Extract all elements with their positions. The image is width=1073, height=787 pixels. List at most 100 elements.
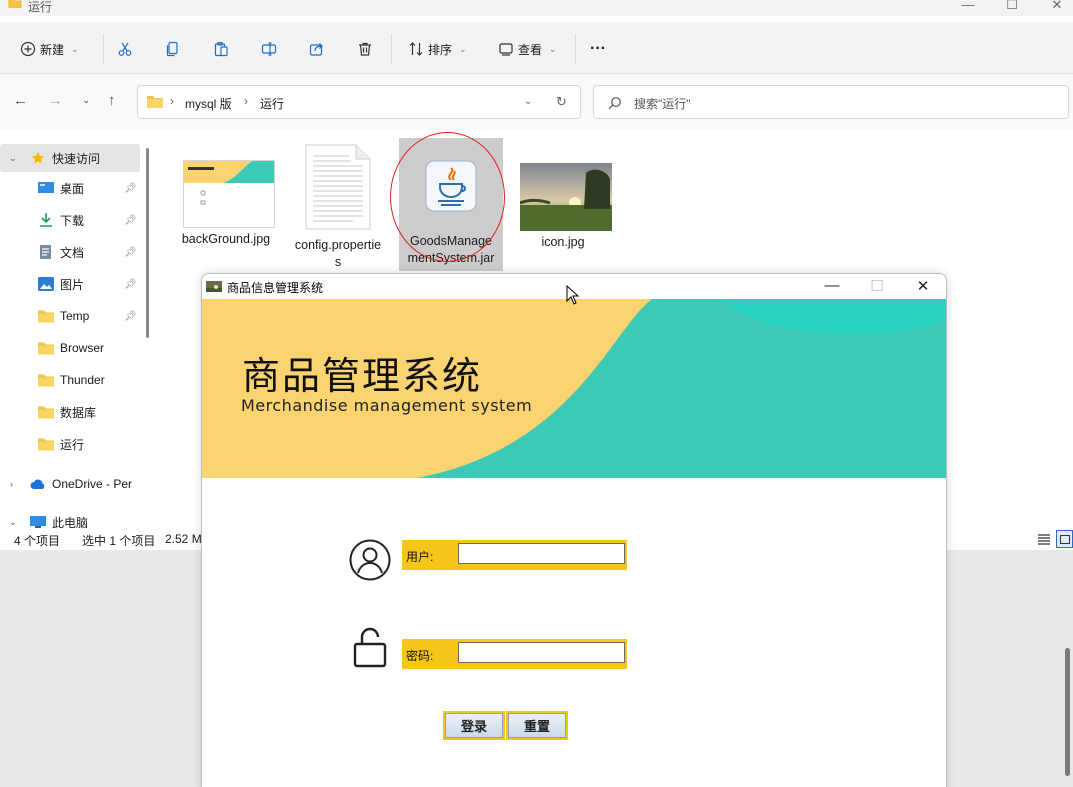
- close-icon[interactable]: ✕: [913, 277, 933, 295]
- folder-icon: [38, 342, 54, 355]
- download-icon: [40, 213, 52, 227]
- maximize-icon[interactable]: ☐: [867, 277, 887, 295]
- breadcrumb-item[interactable]: mysql 版: [185, 95, 232, 112]
- chevron-down-icon: ⌄: [459, 43, 467, 54]
- paste-button[interactable]: [213, 38, 229, 60]
- sidebar-item-label: Browser: [60, 341, 105, 355]
- window-title: 运行: [28, 0, 53, 14]
- sidebar-item-label: 快速访问: [52, 151, 101, 166]
- scissors-icon: [118, 42, 132, 56]
- share-icon: [309, 43, 323, 56]
- new-label: 新建: [40, 42, 65, 57]
- sidebar-item-this-pc[interactable]: ⌄ 此电脑: [0, 508, 140, 528]
- sidebar-scrollbar[interactable]: [146, 148, 149, 338]
- text-file-icon: [305, 144, 371, 230]
- search-icon: [608, 97, 621, 110]
- clipboard-icon: [214, 42, 228, 57]
- unlock-icon: [353, 627, 387, 668]
- sidebar-item-label: 运行: [60, 437, 85, 452]
- chevron-down-icon: ⌄: [9, 516, 17, 527]
- address-bar[interactable]: › mysql 版 › 运行 ⌄ ↻: [137, 85, 581, 119]
- trash-icon: [359, 42, 371, 56]
- sidebar-item-quick-access[interactable]: ⌄ 快速访问: [0, 144, 140, 172]
- sidebar-item-temp[interactable]: Temp 📌︎: [0, 302, 140, 330]
- file-item[interactable]: icon.jpg: [511, 163, 615, 251]
- username-label: 用户:: [406, 550, 434, 564]
- view-button[interactable]: 查看 ⌄: [498, 38, 557, 60]
- file-item[interactable]: backGround.jpg: [174, 160, 278, 248]
- cut-button[interactable]: [117, 38, 133, 60]
- copy-button[interactable]: [165, 38, 181, 60]
- more-options-button[interactable]: ···: [590, 38, 606, 60]
- details-view-icon[interactable]: [1038, 533, 1050, 545]
- banner-title: 商品管理系统: [242, 354, 483, 398]
- back-arrow-icon[interactable]: ←: [13, 92, 28, 109]
- sidebar-item-downloads[interactable]: 下载 📌︎: [0, 206, 140, 234]
- desktop-icon: [38, 182, 54, 193]
- search-input[interactable]: 搜索"运行": [593, 85, 1069, 119]
- sidebar-item-label: 此电脑: [52, 515, 89, 529]
- sidebar-item-database[interactable]: 数据库: [0, 398, 140, 426]
- selected-count: 选中 1 个项目: [82, 534, 156, 548]
- username-input[interactable]: [458, 543, 625, 564]
- star-icon: [31, 151, 45, 164]
- refresh-icon[interactable]: ↻: [556, 94, 567, 110]
- cloud-icon: [30, 479, 45, 489]
- rename-icon: [261, 42, 277, 56]
- login-button[interactable]: 登录: [443, 711, 505, 740]
- sidebar-item-desktop[interactable]: 桌面 📌︎: [0, 174, 140, 202]
- sidebar-item-browser[interactable]: Browser: [0, 334, 140, 362]
- new-button[interactable]: 新建 ⌄: [20, 38, 79, 60]
- copy-icon: [166, 41, 178, 57]
- view-label: 查看: [518, 42, 543, 57]
- folder-icon: [147, 96, 163, 108]
- banner: 商品管理系统 Merchandise management system: [202, 299, 946, 478]
- explorer-titlebar: 运行 — ☐ ✕: [0, 0, 1073, 16]
- sidebar-item-onedrive[interactable]: › OneDrive - Per: [0, 470, 140, 498]
- tiles-view-icon: [1060, 535, 1070, 544]
- recent-chevron-icon[interactable]: ⌄: [82, 95, 90, 106]
- sidebar-item-documents[interactable]: 文档 📌︎: [0, 238, 140, 266]
- tiles-view-button[interactable]: [1056, 530, 1073, 548]
- file-name: backGround.jpg: [181, 232, 271, 246]
- chevron-down-icon: ⌄: [549, 43, 557, 54]
- sidebar-item-label: 桌面: [60, 181, 85, 196]
- photo-thumbnail-icon: [519, 163, 612, 231]
- computer-icon: [30, 516, 46, 528]
- search-placeholder: 搜索"运行": [634, 97, 691, 111]
- sidebar-item-run[interactable]: 运行: [0, 430, 140, 458]
- pin-icon: 📌︎: [124, 214, 137, 226]
- sort-button[interactable]: 排序 ⌄: [408, 38, 467, 60]
- minimize-icon[interactable]: —: [958, 0, 978, 12]
- breadcrumb-item[interactable]: 运行: [260, 95, 284, 112]
- rename-button[interactable]: [261, 38, 277, 60]
- sidebar-item-pictures[interactable]: 图片 📌︎: [0, 270, 140, 298]
- toolbar-divider: [103, 34, 104, 64]
- mouse-cursor-icon: [566, 285, 580, 305]
- folder-icon: [38, 310, 54, 323]
- forward-arrow-icon[interactable]: →: [48, 92, 63, 109]
- chevron-down-icon: ⌄: [9, 152, 17, 163]
- reset-button[interactable]: 重置: [506, 711, 568, 740]
- password-input[interactable]: [458, 642, 625, 663]
- maximize-icon[interactable]: ☐: [1002, 0, 1022, 13]
- red-annotation-circle: [390, 132, 505, 262]
- delete-button[interactable]: [357, 38, 373, 60]
- sidebar-item-label: 下载: [60, 213, 85, 228]
- folder-icon: [38, 374, 54, 387]
- share-button[interactable]: [309, 38, 325, 60]
- page-scrollbar[interactable]: [1065, 648, 1070, 776]
- address-dropdown-icon[interactable]: ⌄: [524, 96, 532, 107]
- password-field-row: 密码:: [402, 639, 627, 669]
- up-arrow-icon[interactable]: ↑: [108, 92, 116, 109]
- minimize-icon[interactable]: —: [822, 277, 842, 294]
- close-icon[interactable]: ✕: [1047, 0, 1067, 13]
- folder-icon: [38, 406, 54, 419]
- plus-circle-icon: [20, 41, 36, 57]
- chevron-down-icon: ⌄: [71, 43, 79, 54]
- image-thumbnail-icon: [183, 160, 275, 228]
- file-name: config.properties: [294, 238, 382, 269]
- sidebar-item-label: 图片: [60, 277, 85, 292]
- sidebar-item-thunder[interactable]: Thunder: [0, 366, 140, 394]
- file-item[interactable]: config.properties: [286, 144, 390, 271]
